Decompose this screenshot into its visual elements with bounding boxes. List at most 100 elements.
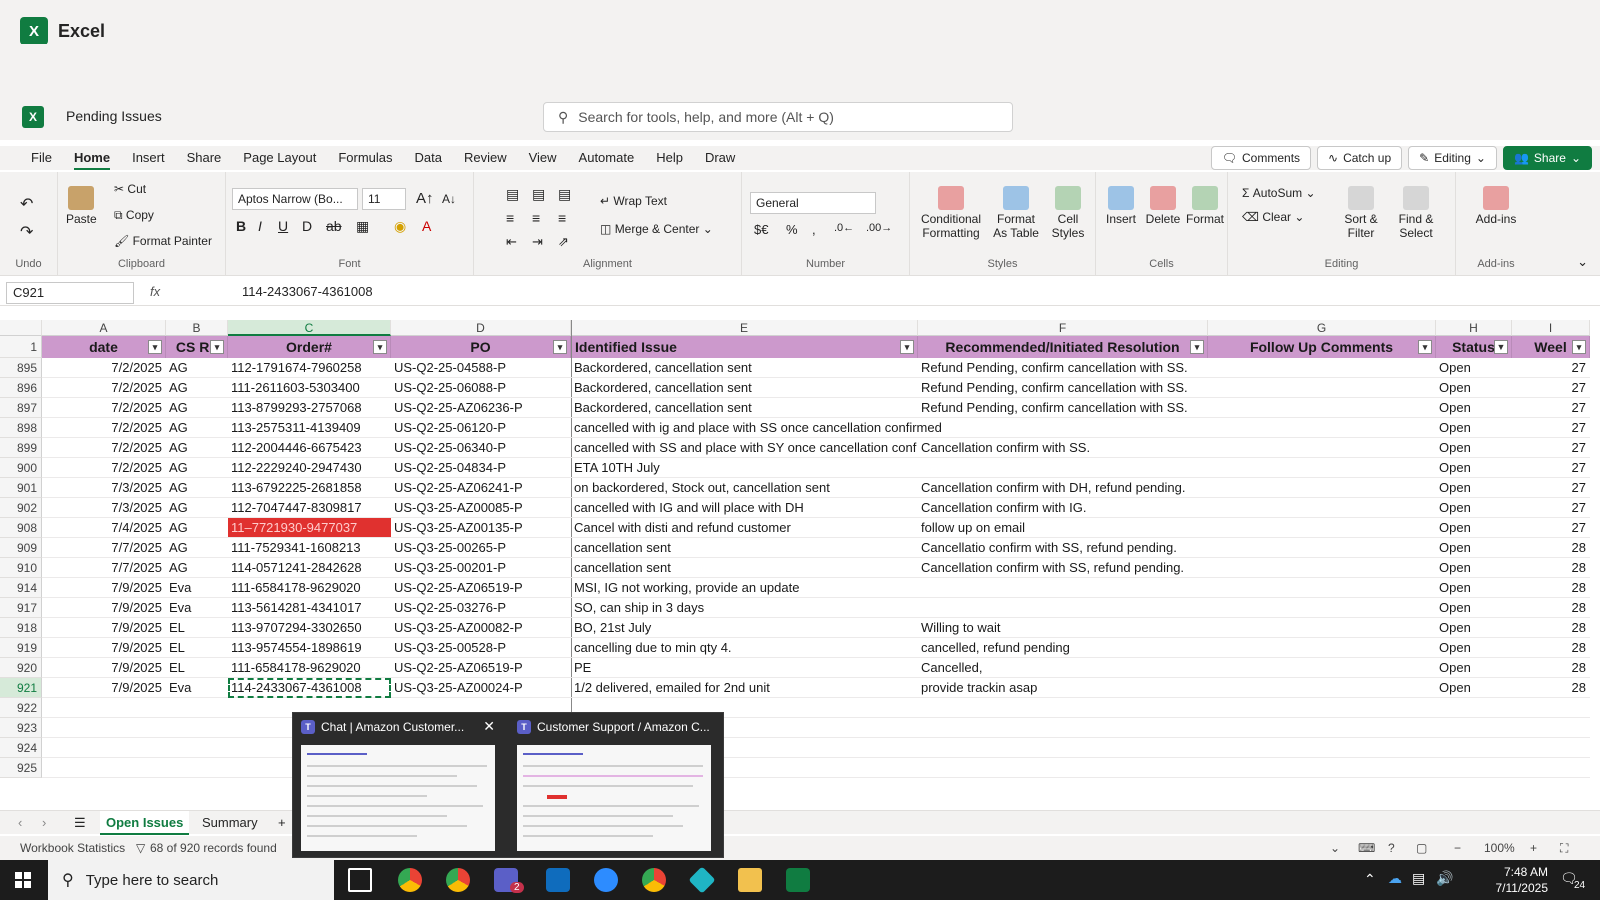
cell-po[interactable]: US-Q2-25-03276-P	[391, 598, 571, 618]
column-header-a[interactable]: A	[42, 320, 166, 336]
cell-follow-up[interactable]	[1208, 718, 1436, 738]
cell-date[interactable]: 7/4/2025	[42, 518, 166, 538]
network-icon[interactable]: ▤	[1412, 870, 1425, 887]
workbook-statistics[interactable]: Workbook Statistics	[20, 841, 125, 855]
cell-date[interactable]: 7/2/2025	[42, 358, 166, 378]
tab-share[interactable]: Share	[176, 146, 233, 170]
font-size-select[interactable]: 11	[362, 188, 406, 210]
fullscreen-icon[interactable]: ⛶	[1560, 841, 1568, 856]
cell-cs-rep[interactable]: AG	[166, 438, 228, 458]
cell-po[interactable]: US-Q2-25-06340-P	[391, 438, 571, 458]
increase-decimal-icon[interactable]: .0←	[834, 222, 854, 234]
display-settings-icon[interactable]: ⌨	[1358, 841, 1375, 855]
undo-icon[interactable]: ↶	[20, 194, 33, 214]
double-underline-icon[interactable]: D	[302, 218, 312, 234]
cell-date[interactable]	[42, 718, 166, 738]
underline-icon[interactable]: U	[278, 218, 288, 234]
share-button[interactable]: 👥 Share ⌄	[1502, 146, 1592, 170]
cell-cs-rep[interactable]: AG	[166, 358, 228, 378]
cell-order[interactable]: 11–7721930-9477037	[228, 518, 391, 538]
cell-po[interactable]: US-Q2-25-04588-P	[391, 358, 571, 378]
cell-week[interactable]: 27	[1512, 378, 1590, 398]
zoom-level[interactable]: 100%	[1484, 841, 1515, 855]
cell-resolution[interactable]: cancelled, refund pending	[918, 638, 1208, 658]
cell-week[interactable]	[1512, 718, 1590, 738]
cell-issue[interactable]: MSI, IG not working, provide an update	[571, 578, 918, 598]
cell-date[interactable]	[42, 698, 166, 718]
align-middle-icon[interactable]: ▤	[532, 186, 545, 203]
merge-center-button[interactable]: ◫ Merge & Center ⌄	[600, 222, 713, 236]
cell-date[interactable]: 7/9/2025	[42, 638, 166, 658]
cell-cs-rep[interactable]: Eva	[166, 578, 228, 598]
search-input[interactable]: ⚲ Search for tools, help, and more (Alt …	[543, 102, 1013, 132]
tab-insert[interactable]: Insert	[121, 146, 176, 170]
cell-status[interactable]: Open	[1436, 678, 1512, 698]
tab-review[interactable]: Review	[453, 146, 518, 170]
filter-icon[interactable]: ▾	[900, 340, 914, 354]
column-header-e[interactable]: E	[571, 320, 918, 336]
cell-week[interactable]: 27	[1512, 498, 1590, 518]
cell-issue[interactable]: SO, can ship in 3 days	[571, 598, 918, 618]
cell-issue[interactable]: cancelled with IG and will place with DH	[571, 498, 918, 518]
tab-help[interactable]: Help	[645, 146, 694, 170]
row-header[interactable]: 899	[0, 438, 42, 458]
cell-order[interactable]: 113-2575311-4139409	[228, 418, 391, 438]
cell-order[interactable]: 112-2229240-2947430	[228, 458, 391, 478]
cell-order[interactable]: 113-9707294-3302650	[228, 618, 391, 638]
redo-icon[interactable]: ↷	[20, 222, 33, 242]
cell-issue[interactable]: Backordered, cancellation sent	[571, 358, 918, 378]
cell-resolution[interactable]	[918, 418, 1208, 438]
cell-status[interactable]: Open	[1436, 438, 1512, 458]
task-view-icon[interactable]	[348, 868, 372, 892]
cell-follow-up[interactable]	[1208, 418, 1436, 438]
ribbon-collapse-icon[interactable]: ⌄	[1577, 254, 1588, 270]
cell-po[interactable]: US-Q3-25-AZ00135-P	[391, 518, 571, 538]
row-header[interactable]: 924	[0, 738, 42, 758]
close-icon[interactable]: ✕	[483, 718, 495, 735]
cell-po[interactable]: US-Q3-25-00265-P	[391, 538, 571, 558]
taskbar-search-input[interactable]: ⚲ Type here to search	[48, 860, 334, 900]
cell-cs-rep[interactable]: AG	[166, 458, 228, 478]
cell-resolution[interactable]	[918, 738, 1208, 758]
cut-button[interactable]: ✂ Cut	[114, 182, 146, 196]
cell-cs-rep[interactable]: EL	[166, 658, 228, 678]
tab-page-layout[interactable]: Page Layout	[232, 146, 327, 170]
cell-order[interactable]: 114-0571241-2842628	[228, 558, 391, 578]
cell-follow-up[interactable]	[1208, 378, 1436, 398]
cell-status[interactable]	[1436, 738, 1512, 758]
catch-up-button[interactable]: ∿ Catch up	[1317, 146, 1403, 170]
cell-follow-up[interactable]	[1208, 618, 1436, 638]
cell-cs-rep[interactable]	[166, 718, 228, 738]
cell-follow-up[interactable]	[1208, 598, 1436, 618]
cell-follow-up[interactable]	[1208, 758, 1436, 778]
cell-week[interactable]: 28	[1512, 678, 1590, 698]
row-header[interactable]: 1	[0, 336, 42, 358]
cell-cs-rep[interactable]: Eva	[166, 598, 228, 618]
cell-issue[interactable]: cancelling due to min qty 4.	[571, 638, 918, 658]
cell-cs-rep[interactable]: AG	[166, 538, 228, 558]
cell-week[interactable]: 27	[1512, 438, 1590, 458]
cell-resolution[interactable]	[918, 758, 1208, 778]
cell-week[interactable]: 28	[1512, 558, 1590, 578]
cell-issue[interactable]: on backordered, Stock out, cancellation …	[571, 478, 918, 498]
currency-icon[interactable]: $€	[754, 222, 768, 237]
wrap-text-button[interactable]: ↵ Wrap Text	[600, 194, 667, 208]
cell-order[interactable]: 113-5614281-4341017	[228, 598, 391, 618]
filter-icon[interactable]: ▾	[1190, 340, 1204, 354]
cell-order[interactable]: 111-6584178-9629020	[228, 658, 391, 678]
volume-icon[interactable]: 🔊	[1436, 870, 1453, 887]
cell-status[interactable]: Open	[1436, 398, 1512, 418]
excel-taskbar-icon[interactable]	[786, 868, 810, 892]
cell-po[interactable]: US-Q2-25-04834-P	[391, 458, 571, 478]
cell-cs-rep[interactable]: Eva	[166, 678, 228, 698]
cell-follow-up[interactable]	[1208, 678, 1436, 698]
cell-cs-rep[interactable]: AG	[166, 398, 228, 418]
filter-icon[interactable]: ▾	[148, 340, 162, 354]
outlook-icon[interactable]	[546, 868, 570, 892]
font-color-icon[interactable]: A	[422, 218, 431, 234]
tab-file[interactable]: File	[20, 146, 63, 170]
cell-po[interactable]: US-Q2-25-AZ06241-P	[391, 478, 571, 498]
cell-po[interactable]: US-Q3-25-00528-P	[391, 638, 571, 658]
formula-input[interactable]: 114-2433067-4361008	[242, 284, 373, 299]
header-date[interactable]: date ▾	[42, 336, 166, 358]
